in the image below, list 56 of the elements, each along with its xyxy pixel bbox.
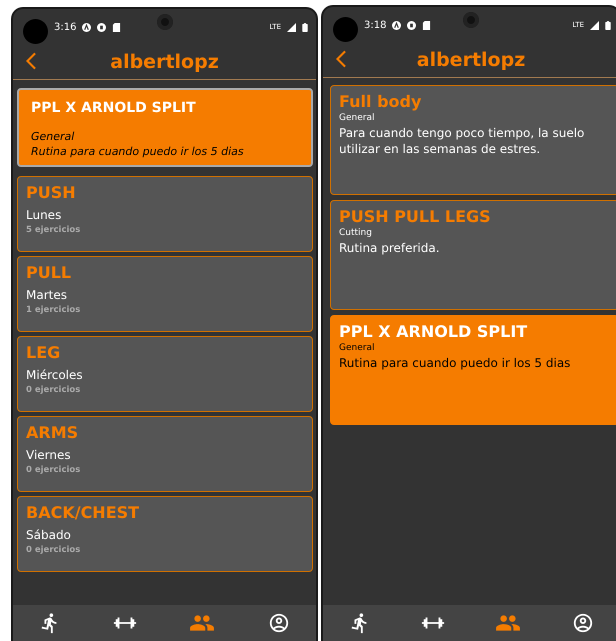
card-subtitle: Sábado [26,528,72,542]
card-subtitle: Lunes [26,208,62,222]
card-description: Rutina preferida. [339,240,441,256]
card-title: Full body [339,92,422,111]
card-title: PPL X ARNOLD SPLIT [31,100,197,116]
card-description: 1 ejercicios [26,305,82,316]
notification-icon [97,22,106,32]
routine-card[interactable]: LEG Miércoles 0 ejercicios [17,336,313,412]
routine-card[interactable]: BACK/CHEST Sábado 0 ejercicios [17,496,313,572]
signal-icon [590,20,599,30]
card-title: PPL X ARNOLD SPLIT [339,322,528,341]
screen-title: albertlopz [416,49,526,71]
card-title: PUSH [26,183,77,202]
routine-card[interactable]: PULL Martes 1 ejercicios [17,256,313,332]
routine-card[interactable]: PPL X ARNOLD SPLIT General Rutina para cuando puedo ir los 5 dias [17,88,313,167]
card-description: Para cuando tengo poco tiempo, la suelo utilizar en las semanas de estres. [339,125,586,158]
card-subtitle: General [31,130,76,143]
routine-card[interactable]: PUSH Lunes 5 ejercicios [17,176,313,252]
notification-icon [82,22,92,32]
card-description: 0 ejercicios [26,545,82,556]
card-title: LEG [26,343,62,362]
card-description: 0 ejercicios [26,465,82,476]
card-title: PULL [26,263,72,282]
card-description: Rutina para cuando puedo ir los 5 dias [31,145,245,160]
card-subtitle: General [339,113,376,123]
card-description: Rutina para cuando puedo ir los 5 dias [339,355,572,372]
routine-card[interactable]: PUSH PULL LEGS Cutting Rutina preferida. [330,200,616,310]
card-title: PUSH PULL LEGS [339,207,492,226]
status-time: 3:16 [54,22,76,32]
notification-icon [392,20,402,30]
camera-hole [23,18,48,44]
card-description: 0 ejercicios [26,385,82,396]
profile-icon[interactable] [572,612,594,634]
screen-title: albertlopz [110,51,219,73]
battery-icon [302,22,308,32]
sd-card-icon [112,22,122,32]
front-camera [156,14,172,30]
profile-icon[interactable] [268,612,290,634]
card-subtitle: Cutting [339,228,373,238]
card-subtitle: General [339,343,376,353]
routine-card[interactable]: ARMS Viernes 0 ejercicios [17,416,313,492]
routine-card[interactable]: PPL X ARNOLD SPLIT General Rutina para cuando puedo ir los 5 dias [330,315,616,425]
signal-icon [287,22,296,32]
card-title: ARMS [26,423,80,442]
card-subtitle: Martes [26,288,68,302]
sd-card-icon [422,20,432,30]
card-subtitle: Viernes [26,448,72,462]
front-camera [463,12,479,28]
camera-hole [333,16,358,42]
card-description: 5 ejercicios [26,225,82,236]
battery-icon [605,20,611,30]
routine-card[interactable]: Full body General Para cuando tengo poco tiempo, la suelo utilizar en las semanas de estres. [330,85,616,195]
status-time: 3:18 [364,20,386,30]
card-title: BACK/CHEST [26,503,140,522]
card-subtitle: Miércoles [26,368,84,382]
notification-icon [407,20,416,30]
